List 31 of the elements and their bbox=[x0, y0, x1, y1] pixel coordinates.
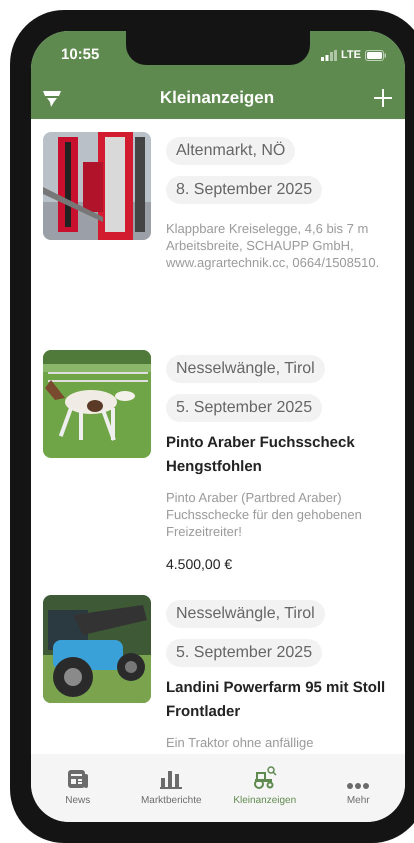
battery-icon bbox=[365, 50, 387, 60]
newspaper-icon bbox=[66, 769, 89, 789]
listing-card[interactable]: Nesselwängle, Tirol 5. September 2025 Landini Powerfarm 95 mit Stoll Frontlader Ein Traktor ohne anfällige bbox=[31, 595, 405, 754]
tab[interactable]: Marktberichte bbox=[124, 754, 218, 808]
location-tag: Altenmarkt, NÖ bbox=[166, 137, 296, 165]
location-tag: Nesselwängle, Tirol bbox=[166, 600, 325, 628]
filter-icon bbox=[42, 88, 62, 108]
status-time: 10:55 bbox=[61, 44, 100, 65]
tab[interactable]: News bbox=[31, 754, 124, 808]
listing-card[interactable]: Altenmarkt, NÖ 8. September 2025 Klappbare Kreiselegge, 4,6 bis 7 m Arbeitsbreite, SCHAUPP GmbH, www.agrartechnik.cc, 0664/1508510. bbox=[31, 132, 405, 350]
listing-card[interactable]: Nesselwängle, Tirol 5. September 2025 Pinto Araber Fuchsscheck Hengstfohlen Pinto Araber (Partbred Araber) Fuchsschecke für den gehobenen Freizeitreiter! 4.500,00 € bbox=[31, 350, 405, 595]
plus-icon bbox=[373, 88, 393, 108]
listing-title: Landini Powerfarm 95 mit Stoll Frontlader bbox=[166, 678, 386, 722]
tab[interactable]: Mehr bbox=[312, 754, 405, 808]
tab[interactable]: Kleinanzeigen bbox=[218, 754, 312, 808]
date-tag: 8. September 2025 bbox=[166, 176, 322, 204]
date-tag: 5. September 2025 bbox=[166, 639, 322, 667]
bar-chart-icon bbox=[160, 769, 182, 789]
add-button[interactable] bbox=[371, 86, 395, 110]
tractor-search-icon bbox=[252, 765, 277, 789]
listing-description: Pinto Araber (Partbred Araber) Fuchsschecke für den gehobenen Freizeitreiter! bbox=[166, 489, 363, 540]
location-tag: Nesselwängle, Tirol bbox=[166, 355, 325, 383]
signal-icon bbox=[321, 50, 338, 60]
header-title: Kleinanzeigen bbox=[160, 87, 274, 110]
date-tag: 5. September 2025 bbox=[166, 394, 322, 422]
more-icon bbox=[347, 783, 370, 789]
listing-price: 4.500,00 € bbox=[166, 555, 234, 574]
network-label: LTE bbox=[341, 48, 361, 63]
listing-description: Klappbare Kreiselegge, 4,6 bis 7 m Arbeitsbreite, SCHAUPP GmbH, www.agrartechnik.cc, 0664/1508510. bbox=[166, 220, 380, 271]
listing-title: Pinto Araber Fuchsscheck Hengstfohlen bbox=[166, 433, 356, 477]
listing-description: Ein Traktor ohne anfällige bbox=[166, 734, 314, 751]
